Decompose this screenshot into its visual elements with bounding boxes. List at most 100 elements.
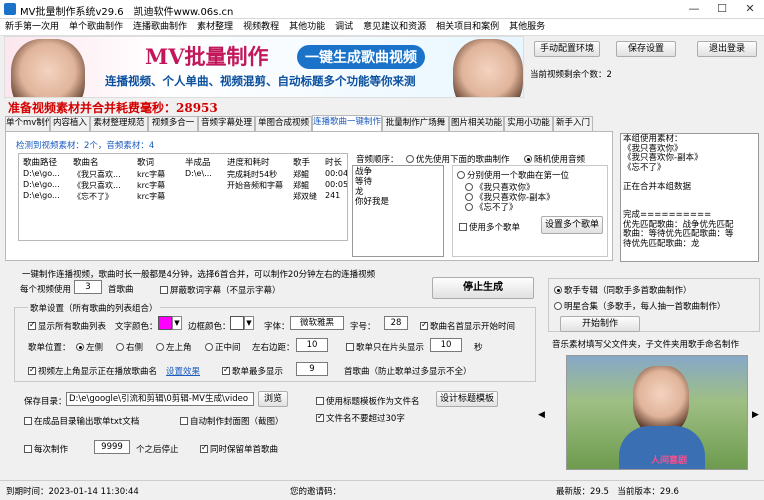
manual-config-button[interactable]: 手动配置环境	[534, 41, 600, 57]
max-display-input[interactable]: 9	[296, 362, 328, 376]
save-dir-input[interactable]: D:\e\google\引流和剪辑\0剪辑-MV生成\video	[66, 392, 254, 406]
each-make-input[interactable]: 9999	[94, 440, 130, 454]
tab-single-mv[interactable]: 单个mv制作	[5, 116, 50, 131]
close-icon[interactable]: ✕	[736, 0, 764, 19]
logout-button[interactable]: 退出登录	[697, 41, 757, 57]
setup-multi-button[interactable]: 设置多个歌单	[541, 216, 603, 234]
use-title-template-checkbox[interactable]: 使用标题模板作为文件名	[316, 395, 420, 407]
set-effect-link[interactable]: 设置效果	[166, 365, 200, 377]
use-multi-checkbox[interactable]: 使用多个歌单	[459, 221, 520, 233]
save-settings-button[interactable]: 保存设置	[616, 41, 676, 57]
menu-item[interactable]: 单个歌曲制作	[64, 19, 128, 36]
size-input[interactable]: 28	[384, 316, 408, 330]
menu-item[interactable]: 调试	[330, 19, 358, 36]
tab-audio[interactable]: 音频字幕处理	[198, 116, 255, 131]
border-color-swatch[interactable]	[230, 316, 244, 330]
per-video-input[interactable]: 3	[74, 280, 102, 294]
note-text: 一键制作连播视频，歌曲时长一般都是4分钟，选择6首合并，可以制作20分钟左右的连…	[22, 270, 376, 280]
menu-item[interactable]: 素材整理	[192, 19, 238, 36]
first-song-option[interactable]: 分别使用一个歌曲在第一位	[457, 169, 569, 181]
tab-picture[interactable]: 图片相关功能	[449, 116, 504, 131]
margin-input[interactable]: 10	[296, 338, 328, 352]
stop-button[interactable]: 停止生成	[432, 277, 534, 299]
detect-label: 检测到视频素材：2个，音频素材：4	[16, 141, 155, 151]
prev-arrow-icon[interactable]: ◀	[538, 410, 545, 420]
table-row[interactable]: D:\e\go... 《忘不了》 krc字幕 郑双缝 241	[19, 191, 347, 202]
keep-single-checkbox[interactable]: 同时保留单首歌曲	[200, 443, 278, 455]
cell: 开始音频和字幕	[227, 181, 283, 190]
tab-multi[interactable]: 视频多合一	[148, 116, 198, 131]
design-template-button[interactable]: 设计标题模板	[436, 391, 498, 407]
tab-tools[interactable]: 实用小功能	[504, 116, 553, 131]
menu-item[interactable]: 其他功能	[284, 19, 330, 36]
font-input[interactable]: 微软雅黑	[290, 316, 344, 330]
maximize-icon[interactable]: ☐	[708, 0, 736, 19]
max-display-checkbox[interactable]: 歌单最多显示	[222, 365, 283, 377]
promo-line: 准备视频素材并合并耗费毫秒：28953	[8, 101, 218, 115]
start-button[interactable]: 开始制作	[560, 316, 640, 332]
cell: D:\e\go...	[23, 169, 60, 178]
tab-content[interactable]: 内容植入	[50, 116, 90, 131]
position-left[interactable]: 左侧	[76, 341, 103, 353]
position-label: 歌单位置：	[28, 343, 71, 353]
folder-note: 音乐素材填写父文件夹，子文件夹用歌手命名制作	[552, 340, 740, 350]
show-top-left-checkbox[interactable]: 视频左上角显示正在播放歌曲名	[28, 365, 157, 377]
singer-mode-option[interactable]: 歌手专辑（同歌手多首歌曲制作）	[554, 284, 692, 296]
head-seconds-input[interactable]: 10	[430, 338, 462, 352]
col-lyric: 歌词	[137, 158, 155, 168]
table-row[interactable]: D:\e\go... 《我只喜欢... krc字幕 开始音频和字幕 郑鲲 00:…	[19, 180, 347, 191]
cell: 郑鲲	[293, 181, 309, 190]
banner-subtitle: 连播视频、个人单曲、视频混剪、自动标题多个功能等你来测	[105, 74, 416, 88]
order-priority-option[interactable]: 优先使用下面的歌曲制作	[406, 153, 510, 165]
menu-item[interactable]: 其他服务	[504, 19, 550, 36]
banner: MV批量制作 一键生成歌曲视频 连播视频、个人单曲、视频混剪、自动标题多个功能等…	[4, 36, 524, 98]
tab-beginner[interactable]: 新手入门	[553, 116, 593, 131]
position-right[interactable]: 右侧	[116, 341, 143, 353]
list-item[interactable]: 等待	[355, 177, 441, 187]
browse-button[interactable]: 浏览	[258, 391, 288, 407]
order-random-option[interactable]: 随机使用音频	[524, 153, 585, 165]
list-item[interactable]: 你好我是	[355, 197, 441, 207]
table-row[interactable]: D:\e\go... 《我只喜欢... krc字幕 D:\e\... 完成耗时5…	[19, 169, 347, 180]
log-output[interactable]: 本组使用素材： 《我只喜欢你》 《我只喜欢你-副本》 《忘不了》 正在合并本组数…	[620, 133, 759, 262]
song-option-item[interactable]: 《忘不了》	[465, 201, 518, 213]
cell: krc字幕	[137, 181, 166, 190]
minimize-icon[interactable]: —	[680, 0, 708, 19]
position-top-left[interactable]: 左上角	[156, 341, 192, 353]
per-video-label: 每个视频使用	[20, 285, 72, 295]
banner-photo-left	[11, 39, 85, 97]
log-line: 待优先匹配歌曲：龙	[623, 238, 700, 249]
order-label: 音频顺序：	[356, 155, 399, 165]
tab-dance[interactable]: 批量制作广场舞	[382, 116, 449, 131]
tab-material[interactable]: 素材整理规范	[90, 116, 148, 131]
block-lyrics-checkbox[interactable]: 屏蔽歌词字幕（不显示字幕）	[160, 284, 281, 296]
auto-cover-checkbox[interactable]: 自动制作封面图（截图）	[180, 415, 284, 427]
log-line: 正在合并本组数据	[623, 181, 692, 192]
tab-playlist[interactable]: 连播歌曲一键制作	[312, 115, 382, 131]
text-color-dropdown-icon[interactable]: ▼	[172, 316, 182, 330]
promo-caption: 人间喜剧	[651, 456, 688, 466]
menu-item[interactable]: 相关项目和案例	[431, 19, 504, 36]
name-limit-checkbox[interactable]: 文件名不要超过30字	[316, 412, 405, 424]
menu-item[interactable]: 视频教程	[238, 19, 284, 36]
show-start-checkbox[interactable]: 歌曲名首显示开始时间	[420, 320, 515, 332]
menu-item[interactable]: 意见建议和资源	[358, 19, 431, 36]
tab-image[interactable]: 单图合成视频	[255, 116, 312, 131]
menu-item[interactable]: 连播歌曲制作	[128, 19, 192, 36]
show-head-checkbox[interactable]: 歌单只在片头显示	[346, 341, 424, 353]
text-color-swatch[interactable]	[158, 316, 172, 330]
output-txt-checkbox[interactable]: 在成品目录输出歌单txt文档	[24, 415, 139, 427]
border-color-dropdown-icon[interactable]: ▼	[244, 316, 254, 330]
next-arrow-icon[interactable]: ▶	[752, 410, 759, 420]
save-dir-label: 保存目录：	[24, 397, 67, 407]
menu-item[interactable]: 新手第一次用	[0, 19, 64, 36]
show-all-checkbox[interactable]: 显示所有歌曲列表	[28, 320, 106, 332]
list-item[interactable]: 战争	[355, 167, 441, 177]
list-item[interactable]: 龙	[355, 187, 441, 197]
song-order-list[interactable]: 战争 等待 龙 你好我是	[352, 165, 444, 257]
menu-bar: 新手第一次用 单个歌曲制作 连播歌曲制作 素材整理 视频教程 其他功能 调试 意见建议和资源相…	[0, 19, 764, 36]
invite-text: 您的邀请码：	[290, 487, 342, 497]
album-mode-option[interactable]: 明星合集（多歌手，每人抽一首歌曲制作）	[554, 300, 726, 312]
position-center[interactable]: 正中间	[205, 341, 241, 353]
each-make-checkbox[interactable]: 每次制作	[24, 443, 68, 455]
